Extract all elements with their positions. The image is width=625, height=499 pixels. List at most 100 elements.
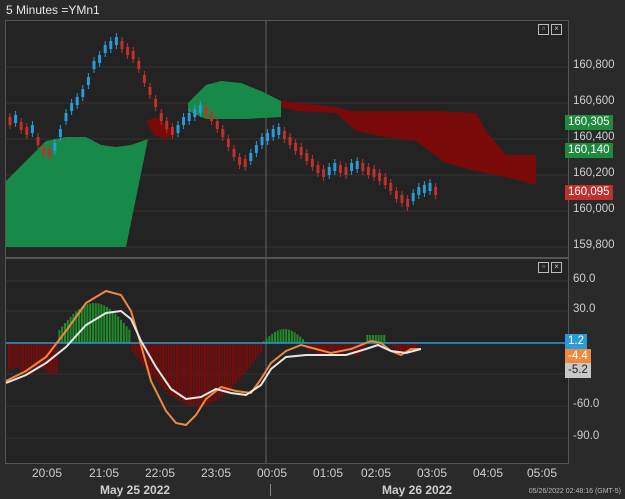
histogram-bar	[383, 335, 386, 343]
chart-window: 5 Minutes =YMn1 ▫ × 160,800 160,600 160,4…	[0, 0, 625, 499]
histogram-bar	[257, 343, 260, 357]
histogram-bar	[246, 343, 248, 371]
close-icon[interactable]: ×	[551, 262, 562, 273]
histogram-bar	[248, 343, 251, 367]
candle-body	[92, 61, 96, 69]
histogram-bar	[69, 316, 72, 343]
candle-body	[316, 165, 320, 173]
histogram-bar	[237, 343, 240, 381]
candle-body	[98, 55, 102, 63]
candle-body	[406, 199, 410, 207]
histogram-bar	[299, 336, 302, 343]
histogram-bar	[414, 343, 416, 349]
histogram-bar	[268, 336, 271, 343]
histogram-bar	[181, 343, 184, 403]
osc-pane-buttons: ▫ ×	[536, 261, 562, 273]
candle-body	[176, 125, 180, 133]
price-pane[interactable]: ▫ ×	[5, 20, 569, 258]
candle-body	[389, 183, 393, 191]
candle-body	[221, 129, 225, 137]
candle-body	[266, 133, 270, 141]
candle-body	[282, 131, 286, 139]
candle-body	[170, 127, 174, 135]
restore-icon[interactable]: ▫	[538, 262, 549, 273]
candle-body	[338, 165, 342, 173]
candle-body	[25, 127, 29, 135]
candle-body	[372, 169, 376, 177]
osc-tick: 30.0	[573, 303, 596, 315]
price-tick: 160,600	[573, 95, 615, 107]
price-tick: 160,000	[573, 203, 615, 215]
candle-body	[8, 117, 12, 125]
candle-body	[333, 163, 337, 171]
candle-body	[254, 145, 258, 153]
histogram-bar	[136, 343, 139, 359]
histogram-bar	[288, 329, 290, 343]
chart-title: 5 Minutes =YMn1	[6, 3, 100, 17]
price-tick: 160,400	[573, 131, 615, 143]
histogram-bar	[223, 343, 226, 395]
candle-body	[103, 45, 107, 53]
cloud-green-left	[6, 137, 148, 247]
histogram-bar	[330, 343, 332, 351]
histogram-bar	[13, 343, 16, 368]
histogram-bar	[122, 322, 125, 343]
candle-body	[238, 157, 242, 165]
histogram-bar	[55, 343, 58, 374]
candle-body	[187, 113, 191, 121]
time-tick: 02:05	[361, 466, 392, 480]
candle-body	[86, 77, 90, 85]
restore-icon[interactable]: ▫	[538, 24, 549, 35]
histogram-bar	[134, 343, 136, 355]
histogram-bar	[178, 343, 181, 402]
histogram-bar	[100, 304, 103, 343]
candle-body	[58, 129, 62, 137]
histogram-bar	[38, 343, 41, 368]
histogram-bar	[111, 311, 114, 343]
candle-body	[277, 127, 281, 135]
histogram-bar	[271, 333, 274, 343]
candle-body	[204, 107, 208, 115]
time-tick: 04:05	[473, 466, 504, 480]
candle-body	[193, 109, 197, 117]
time-tick: 22:05	[145, 466, 176, 480]
histogram-bar	[30, 343, 33, 374]
price-tick: 159,800	[573, 239, 615, 251]
oscillator-pane[interactable]: ▫ ×	[5, 258, 569, 464]
candle-body	[165, 121, 169, 129]
candle-body	[411, 193, 415, 201]
candle-body	[422, 185, 426, 193]
candle-body	[310, 159, 314, 167]
candle-body	[70, 103, 74, 111]
histogram-bar	[226, 343, 229, 392]
histogram-bar	[10, 343, 13, 369]
candle-body	[299, 147, 303, 155]
histogram-bar	[159, 343, 162, 386]
histogram-bar	[8, 343, 10, 371]
candle-body	[120, 41, 124, 49]
osc-tick: -90.0	[573, 430, 600, 442]
close-icon[interactable]: ×	[551, 24, 562, 35]
candle-body	[19, 122, 23, 130]
candle-body	[64, 113, 68, 121]
candle-body	[243, 159, 247, 167]
price-chart	[6, 21, 568, 257]
candle-body	[232, 149, 236, 157]
histogram-bar	[402, 343, 405, 353]
time-tick: 20:05	[32, 466, 63, 480]
histogram-bar	[282, 329, 285, 343]
histogram-bar	[153, 343, 156, 380]
price-tag-kijun: 160,140	[565, 143, 613, 158]
candle-body	[260, 137, 264, 145]
candle-body	[42, 147, 46, 155]
histogram-bar	[335, 343, 338, 356]
histogram-bar	[125, 326, 128, 343]
histogram-bar	[22, 343, 24, 373]
time-tick: 01:05	[313, 466, 344, 480]
candle-body	[131, 51, 135, 59]
candle-body	[30, 125, 34, 133]
osc-tag-histogram: 1.2	[565, 334, 587, 349]
histogram-bar	[276, 330, 279, 343]
candle-body	[114, 37, 118, 45]
histogram-bar	[103, 305, 106, 343]
